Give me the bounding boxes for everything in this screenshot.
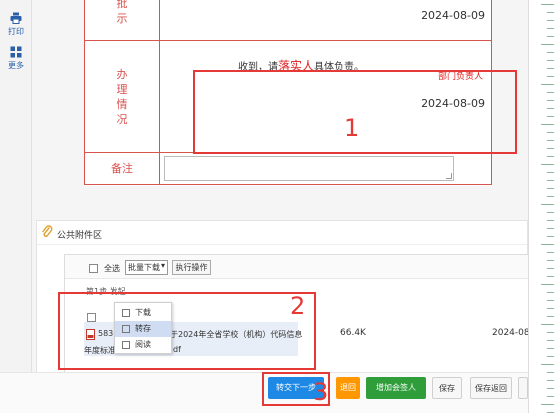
remark-label: 备注 [84, 152, 160, 185]
batch-action-select[interactable]: 批量下载 ▾ [125, 260, 168, 275]
save-button[interactable]: 保存 [432, 377, 462, 399]
handle-label: 办 理 情 况 [84, 40, 160, 153]
ruler-tick [547, 316, 554, 317]
ruler-tick [547, 196, 554, 197]
ruler-tick [547, 268, 554, 269]
annotation-number-2: 2 [290, 292, 306, 320]
ruler-tick [547, 348, 554, 349]
ruler-tick [547, 12, 554, 13]
batch-action-value: 批量下载 [128, 263, 160, 272]
annotation-number-3: 3 [313, 378, 329, 406]
ruler-tick [541, 364, 554, 365]
ruler-tick [547, 20, 554, 21]
ruler-tick [547, 52, 554, 53]
ruler-tick [547, 36, 554, 37]
file-size: 66.4K [340, 328, 366, 338]
ruler-tick [547, 276, 554, 277]
resize-grip-icon[interactable] [446, 173, 452, 179]
return-button[interactable]: 退回 [336, 377, 360, 399]
ruler-tick [547, 228, 554, 229]
ruler-tick [547, 188, 554, 189]
page: 打印 更多 批 示 2024-08-09 办 理 情 况 收到，请落实人具体负责… [0, 0, 554, 413]
chevron-down-icon: ▾ [160, 261, 165, 270]
ruler-tick [547, 68, 554, 69]
ruler-tick [547, 108, 554, 109]
ruler-tick [547, 132, 554, 133]
attachment-toolbar: 全选 批量下载 ▾ 执行操作 [65, 255, 529, 279]
ruler-tick [547, 212, 554, 213]
ruler-tick [547, 372, 554, 373]
ruler-tick [547, 156, 554, 157]
ruler-tick [547, 252, 554, 253]
remark-row: 备注 [84, 152, 492, 185]
approval-label: 批 示 [84, 0, 160, 41]
ruler-tick [547, 332, 554, 333]
ruler-tick [547, 220, 554, 221]
ruler-tick [547, 172, 554, 173]
print-tool[interactable]: 打印 [0, 12, 32, 37]
approval-content: 2024-08-09 [159, 0, 492, 41]
ruler-tick [547, 116, 554, 117]
print-label: 打印 [8, 27, 24, 36]
ruler-tick [541, 164, 554, 165]
ruler-tick [541, 44, 554, 45]
ruler-tick [547, 380, 554, 381]
attachment-title: 公共附件区 [57, 231, 103, 241]
ruler-tick [547, 28, 554, 29]
annotation-number-1: 1 [344, 114, 360, 142]
ruler-tick [547, 292, 554, 293]
ruler-tick [541, 84, 554, 85]
grid-icon [10, 46, 22, 58]
ruler-tick [547, 76, 554, 77]
printer-icon [10, 12, 22, 24]
remark-content [159, 152, 492, 185]
ruler-tick [547, 260, 554, 261]
ruler-tick [541, 244, 554, 245]
ruler-tick [547, 60, 554, 61]
ruler-tick [547, 356, 554, 357]
ruler-tick [541, 404, 554, 405]
more-button[interactable] [518, 377, 528, 399]
select-all-checkbox[interactable] [89, 264, 98, 273]
more-label: 更多 [8, 61, 24, 70]
attachment-header: 公共附件区 [37, 221, 527, 245]
ruler-tick [541, 4, 554, 5]
remark-textarea[interactable] [164, 156, 454, 181]
ruler-tick [547, 148, 554, 149]
ruler-tick [547, 308, 554, 309]
approval-row: 批 示 2024-08-09 [84, 0, 492, 41]
ruler-tick [547, 100, 554, 101]
annotation-box-2 [58, 292, 316, 370]
ruler-tick [541, 124, 554, 125]
ruler-tick [547, 300, 554, 301]
ruler-tick [541, 284, 554, 285]
more-tool[interactable]: 更多 [0, 46, 32, 71]
save-return-button[interactable]: 保存返回 [470, 377, 512, 399]
left-toolbar: 打印 更多 [0, 0, 32, 413]
ruler-tick [541, 204, 554, 205]
execute-button[interactable]: 执行操作 [172, 260, 211, 275]
ruler-tick [547, 236, 554, 237]
ruler-tick [547, 180, 554, 181]
ruler-tick [547, 140, 554, 141]
ruler-tick [547, 340, 554, 341]
ruler-tick [547, 396, 554, 397]
select-all-label: 全选 [104, 264, 120, 273]
ruler-tick [541, 324, 554, 325]
ruler-tick [547, 92, 554, 93]
add-cosigner-button[interactable]: 增加会签人 [366, 377, 426, 399]
right-ruler [528, 0, 554, 413]
ruler-tick [547, 388, 554, 389]
approval-date: 2024-08-09 [421, 9, 485, 22]
paperclip-icon [42, 225, 53, 237]
